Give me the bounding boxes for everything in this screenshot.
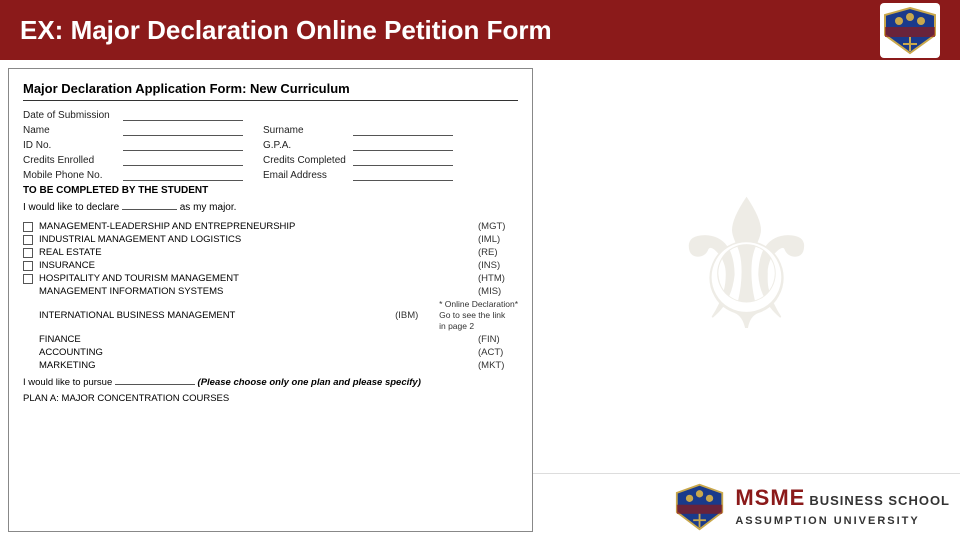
shield-icon	[883, 5, 938, 55]
form-title: Major Declaration Application Form: New …	[23, 81, 518, 101]
id-input[interactable]	[123, 139, 243, 151]
checkbox-re[interactable]	[23, 248, 33, 258]
mobile-input[interactable]	[123, 169, 243, 181]
credits-enrolled-row: Credits Enrolled Credits Completed	[23, 154, 518, 166]
major-item-htm: HOSPITALITY AND TOURISM MANAGEMENT (HTM)	[23, 273, 518, 284]
major-name-re: REAL ESTATE	[39, 247, 478, 258]
bottom-logo: MSME BUSINESS SCHOOL ASSUMPTION UNIVERSI…	[533, 473, 960, 540]
pursue-text: I would like to pursue	[23, 377, 112, 388]
logo-assumption-row: ASSUMPTION UNIVERSITY	[735, 511, 919, 529]
major-item-fin: FINANCE (FIN)	[23, 334, 518, 345]
logo-msme-row: MSME BUSINESS SCHOOL	[735, 485, 950, 511]
logo-msme-text: MSME	[735, 485, 805, 511]
major-code-fin: (FIN)	[478, 334, 518, 345]
gpa-group: G.P.A.	[263, 139, 453, 151]
major-item-ins: INSURANCE (INS)	[23, 260, 518, 271]
surname-group: Surname	[263, 124, 453, 136]
surname-input[interactable]	[353, 124, 453, 136]
id-label: ID No.	[23, 140, 123, 151]
credits-completed-input[interactable]	[353, 154, 453, 166]
major-item-act: ACCOUNTING (ACT)	[23, 347, 518, 358]
major-code-re: (RE)	[478, 247, 518, 258]
id-row: ID No. G.P.A.	[23, 139, 518, 151]
checkbox-iml[interactable]	[23, 235, 33, 245]
header-shield-logo	[880, 3, 940, 58]
major-code-ins: (INS)	[478, 260, 518, 271]
fields-section: Date of Submission Name Surname ID No. G…	[23, 109, 518, 181]
major-name-mis: MANAGEMENT INFORMATION SYSTEMS	[39, 286, 478, 297]
online-note: * Online Declaration*Go to see the linki…	[439, 299, 518, 332]
name-input[interactable]	[123, 124, 243, 136]
credits-completed-label: Credits Completed	[263, 155, 353, 166]
right-panel: ⚜ MSME BUSINESS SCHOOL ASSUMPTION UNIVE	[533, 60, 960, 540]
major-item-re: REAL ESTATE (RE)	[23, 247, 518, 258]
date-submission-label: Date of Submission	[23, 110, 123, 121]
email-input[interactable]	[353, 169, 453, 181]
logo-business-text: BUSINESS SCHOOL	[809, 493, 950, 508]
major-code-mis: (MIS)	[478, 286, 518, 297]
major-name-ins: INSURANCE	[39, 260, 478, 271]
bottom-shield-icon	[675, 482, 725, 532]
major-name-act: ACCOUNTING	[39, 347, 478, 358]
credits-enrolled-label: Credits Enrolled	[23, 155, 123, 166]
declare-line: I would like to declare as my major.	[23, 202, 518, 213]
page-title: EX: Major Declaration Online Petition Fo…	[20, 15, 552, 46]
section-header: TO BE COMPLETED BY THE STUDENT	[23, 185, 518, 196]
email-group: Email Address	[263, 169, 453, 181]
major-code-act: (ACT)	[478, 347, 518, 358]
major-name-mgt: MANAGEMENT-LEADERSHIP AND ENTREPRENEURSH…	[39, 221, 478, 232]
major-item-mgt: MANAGEMENT-LEADERSHIP AND ENTREPRENEURSH…	[23, 221, 518, 232]
major-item-mkt: MARKETING (MKT)	[23, 360, 518, 371]
major-name-mkt: MARKETING	[39, 360, 478, 371]
mobile-label: Mobile Phone No.	[23, 170, 123, 181]
checkbox-htm[interactable]	[23, 274, 33, 284]
major-item-ibm: INTERNATIONAL BUSINESS MANAGEMENT (IBM) …	[23, 299, 518, 332]
credits-completed-group: Credits Completed	[263, 154, 453, 166]
surname-label: Surname	[263, 125, 353, 136]
declare-text: I would like to declare	[23, 202, 119, 213]
major-name-htm: HOSPITALITY AND TOURISM MANAGEMENT	[39, 273, 478, 284]
logo-text-area: MSME BUSINESS SCHOOL ASSUMPTION UNIVERSI…	[735, 485, 950, 529]
gpa-input[interactable]	[353, 139, 453, 151]
date-submission-input[interactable]	[123, 109, 243, 121]
checkbox-ins[interactable]	[23, 261, 33, 271]
plan-section: PLAN A: MAJOR CONCENTRATION COURSES	[23, 393, 518, 404]
logo-assumption-text: ASSUMPTION UNIVERSITY	[735, 515, 919, 527]
name-label: Name	[23, 125, 123, 136]
major-code-htm: (HTM)	[478, 273, 518, 284]
fleur-de-lis-watermark: ⚜	[622, 157, 872, 377]
date-submission-row: Date of Submission	[23, 109, 518, 121]
form-panel: Major Declaration Application Form: New …	[8, 68, 533, 532]
pursue-blank	[115, 384, 195, 385]
pursue-note: (Please choose only one plan and please …	[198, 377, 421, 388]
watermark-area: ⚜	[533, 60, 960, 473]
major-name-iml: INDUSTRIAL MANAGEMENT AND LOGISTICS	[39, 234, 478, 245]
major-item-mis: MANAGEMENT INFORMATION SYSTEMS (MIS)	[23, 286, 518, 297]
name-row: Name Surname	[23, 124, 518, 136]
pursue-line: I would like to pursue (Please choose on…	[23, 377, 518, 388]
major-name-ibm: INTERNATIONAL BUSINESS MANAGEMENT	[39, 310, 395, 321]
gpa-label: G.P.A.	[263, 140, 353, 151]
major-code-iml: (IML)	[478, 234, 518, 245]
plan-text: PLAN A: MAJOR CONCENTRATION COURSES	[23, 393, 229, 404]
mobile-row: Mobile Phone No. Email Address	[23, 169, 518, 181]
declare-blank	[122, 209, 177, 210]
major-item-iml: INDUSTRIAL MANAGEMENT AND LOGISTICS (IML…	[23, 234, 518, 245]
email-label: Email Address	[263, 170, 353, 181]
main-content: Major Declaration Application Form: New …	[0, 60, 960, 540]
credits-enrolled-input[interactable]	[123, 154, 243, 166]
declare-suffix: as my major.	[180, 202, 237, 213]
checkbox-mgt[interactable]	[23, 222, 33, 232]
major-code-mgt: (MGT)	[478, 221, 518, 232]
majors-list: MANAGEMENT-LEADERSHIP AND ENTREPRENEURSH…	[23, 221, 518, 371]
major-code-ibm: (IBM)	[395, 310, 435, 321]
major-code-mkt: (MKT)	[478, 360, 518, 371]
major-name-fin: FINANCE	[39, 334, 478, 345]
header: EX: Major Declaration Online Petition Fo…	[0, 0, 960, 60]
